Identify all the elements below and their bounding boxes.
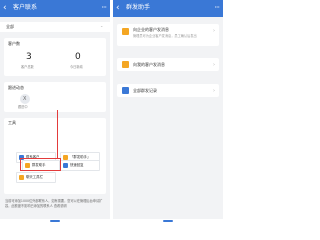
- menu-label: 全部群发记录: [133, 87, 157, 93]
- more-menu-icon[interactable]: ···: [101, 2, 107, 14]
- tools-heading: 工具: [8, 120, 16, 125]
- followup-card: 跟进动态 X 跟进中: [4, 82, 106, 112]
- more-menu-icon[interactable]: ···: [214, 2, 220, 14]
- tools-card: 工具 联系客户 「群发助手」 群发助手 快速回复 聊天工具栏: [4, 118, 106, 194]
- tool-quick-reply[interactable]: 快速回复: [60, 160, 100, 171]
- annotation-highlight-box: [20, 158, 61, 171]
- page-title: 客户联系: [13, 4, 38, 11]
- customer-contact-screen: ‹ 客户联系 ··· 全部 ⌄ 客户数 3 客户总数 0 今日新增 跟进动态 X…: [0, 0, 110, 225]
- stats-heading: 客户数: [8, 41, 20, 46]
- scope-label: 全部: [6, 24, 14, 29]
- chevron-right-icon: ›: [213, 28, 215, 34]
- menu-label: 向企业的客户发消息: [133, 27, 169, 32]
- chevron-right-icon: ›: [213, 87, 215, 94]
- quick-reply-icon: [63, 163, 68, 168]
- record-icon: [122, 87, 129, 94]
- total-customers-label: 客户总数: [21, 65, 34, 69]
- back-arrow-icon[interactable]: ‹: [3, 2, 7, 14]
- toolbar-icon: [19, 175, 24, 180]
- home-indicator-bar: [50, 220, 60, 222]
- tool-label: 快速回复: [70, 163, 84, 167]
- avatar[interactable]: X: [20, 94, 30, 104]
- today-new-value[interactable]: 0: [75, 52, 81, 63]
- my-customer-icon: [122, 61, 129, 68]
- home-indicator-bar: [163, 220, 173, 222]
- home-indicator: [0, 219, 110, 225]
- tool-chat-toolbar[interactable]: 聊天工具栏: [16, 172, 56, 183]
- avatar-caption: 跟进中: [18, 105, 28, 109]
- back-arrow-icon[interactable]: ‹: [116, 2, 120, 14]
- title-bar: ‹ 群发助手 ···: [113, 0, 223, 17]
- followup-heading: 跟进动态: [8, 85, 24, 90]
- today-new-label: 今日新增: [70, 65, 83, 69]
- stats-card: 客户数 3 客户总数 0 今日新增: [4, 38, 106, 76]
- page-title: 群发助手: [126, 4, 151, 11]
- menu-all-records[interactable]: 全部群发记录 ›: [117, 84, 219, 97]
- home-indicator: [113, 219, 223, 225]
- chevron-down-icon: ⌄: [100, 23, 104, 28]
- title-bar: ‹ 客户联系 ···: [0, 0, 110, 17]
- total-customers-value[interactable]: 3: [26, 52, 32, 63]
- annotation-line: [57, 110, 58, 159]
- chevron-right-icon: ›: [213, 61, 215, 68]
- tool-label: 聊天工具栏: [26, 175, 43, 179]
- avatar-letter: X: [23, 96, 27, 102]
- menu-my-customers[interactable]: 向我的客户发消息 ›: [117, 58, 219, 71]
- menu-company-customers[interactable]: 向企业的客户发消息 管理员可为企业客户发消息，员工确认后发出 ›: [117, 24, 219, 46]
- quota-notice-text: 当前可添加1000位外部联系人，如有需要，您可以在管理后台申请扩容，此额度不影响…: [5, 199, 103, 208]
- menu-description: 管理员可为企业客户发消息，员工确认后发出: [133, 34, 197, 38]
- menu-label: 向我的客户发消息: [133, 61, 165, 67]
- broadcast-assistant-screen: ‹ 群发助手 ··· 向企业的客户发消息 管理员可为企业客户发消息，员工确认后发…: [113, 0, 223, 225]
- scope-selector[interactable]: 全部 ⌄: [0, 22, 110, 32]
- company-icon: [122, 28, 129, 35]
